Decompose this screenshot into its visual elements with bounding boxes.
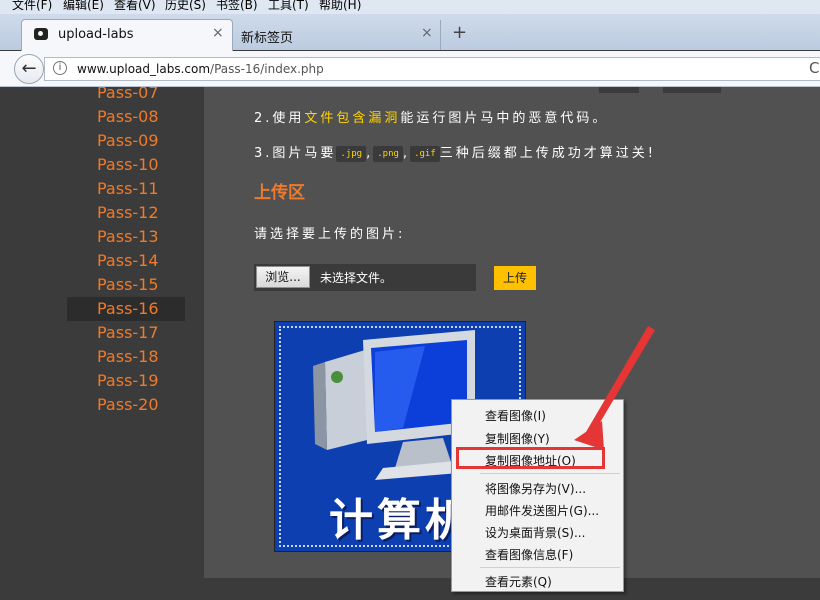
sidebar: Pass-07 Pass-08 Pass-09 Pass-10 Pass-11 … [0,87,204,600]
menu-bar: 文件(F) 编辑(E) 查看(V) 历史(S) 书签(B) 工具(T) 帮助(H… [0,0,820,14]
new-tab-button[interactable]: + [452,22,467,43]
choose-image-label: 请选择要上传的图片: [254,227,406,242]
menu-item-view-image-info[interactable]: 查看图像信息(F) [485,546,573,563]
tab-title: 新标签页 [241,31,294,46]
menu-history[interactable]: 历史(S) [165,0,206,11]
ext-gif: .gif [410,145,440,162]
close-icon[interactable]: × [421,25,433,41]
sidebar-item-pass-15[interactable]: Pass-15 [67,273,185,297]
sidebar-item-pass-19[interactable]: Pass-19 [67,369,185,393]
upload-button[interactable]: 上传 [494,266,536,290]
back-button[interactable]: ← [14,54,44,84]
page-content: Pass-07 Pass-08 Pass-09 Pass-10 Pass-11 … [0,87,820,600]
sidebar-item-pass-10[interactable]: Pass-10 [67,153,185,177]
menu-item-view-image[interactable]: 查看图像(I) [485,407,546,424]
sidebar-item-pass-11[interactable]: Pass-11 [67,177,185,201]
instruction-line-2: 2.使用文件包含漏洞能运行图片马中的恶意代码。 [254,111,609,126]
sidebar-item-pass-20[interactable]: Pass-20 [67,393,185,417]
context-menu: 查看图像(I) 复制图像(Y) 复制图像地址(O) 将图像另存为(V)... 用… [451,399,624,592]
upload-section-title: 上传区 [254,183,305,203]
menu-tools[interactable]: 工具(T) [268,0,309,11]
sidebar-item-pass-18[interactable]: Pass-18 [67,345,185,369]
highlight-box [456,447,605,469]
menu-bookmarks[interactable]: 书签(B) [216,0,258,11]
sidebar-item-pass-07[interactable]: Pass-07 [67,87,185,105]
url-bar[interactable]: i www.upload_labs.com/Pass-16/index.php … [44,57,820,81]
sidebar-item-pass-14[interactable]: Pass-14 [67,249,185,273]
reload-icon[interactable]: C [809,59,819,77]
close-icon[interactable]: × [212,25,224,41]
no-file-text: 未选择文件。 [320,271,393,285]
url-text: www.upload_labs.com/Pass-16/index.php [77,62,324,76]
sidebar-item-pass-09[interactable]: Pass-09 [67,129,185,153]
menu-item-save-image-as[interactable]: 将图像另存为(V)... [485,480,586,497]
tab-title: upload-labs [58,27,134,42]
sidebar-item-pass-17[interactable]: Pass-17 [67,321,185,345]
sidebar-item-pass-13[interactable]: Pass-13 [67,225,185,249]
tab-new[interactable]: 新标签页 × [233,20,441,50]
menu-view[interactable]: 查看(V) [114,0,156,11]
menu-item-inspect-element[interactable]: 查看元素(Q) [485,573,552,590]
menu-item-email-image[interactable]: 用邮件发送图片(G)... [485,502,599,519]
menu-separator [480,473,620,474]
tab-strip: upload-labs × 新标签页 × + [0,14,820,51]
menu-file[interactable]: 文件(F) [12,0,52,11]
ext-png: .png [373,145,403,162]
camera-icon [34,28,48,40]
tab-upload-labs[interactable]: upload-labs × [21,19,233,51]
sidebar-item-pass-08[interactable]: Pass-08 [67,105,185,129]
info-icon[interactable]: i [53,61,67,75]
menu-item-copy-image[interactable]: 复制图像(Y) [485,430,550,447]
instruction-line-3: 3.图片马要 .jpg, .png, .gif 三种后缀都上传成功才算过关! [254,145,656,162]
menu-edit[interactable]: 编辑(E) [63,0,104,11]
top-fragment [663,87,721,93]
menu-separator [480,567,620,568]
sidebar-item-pass-12[interactable]: Pass-12 [67,201,185,225]
navigation-bar: i www.upload_labs.com/Pass-16/index.php … [0,51,820,87]
ext-jpg: .jpg [336,145,367,162]
browse-button[interactable]: 浏览... [256,266,310,288]
sidebar-item-pass-16[interactable]: Pass-16 [67,297,185,321]
top-fragment [599,87,639,93]
menu-item-set-desktop-background[interactable]: 设为桌面背景(S)... [485,524,585,541]
menu-help[interactable]: 帮助(H) [319,0,361,11]
file-input[interactable]: 浏览... 未选择文件。 [254,264,476,291]
file-include-highlight: 文件包含漏洞 [304,111,401,126]
